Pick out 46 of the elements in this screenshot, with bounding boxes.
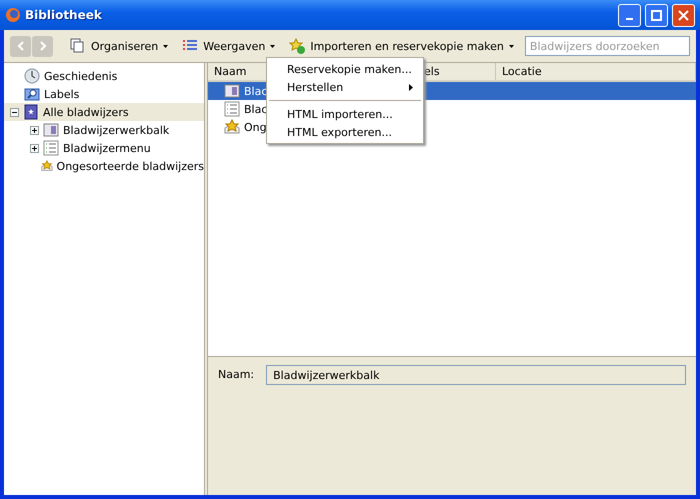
search-field[interactable]: Bladwijzers doorzoeken — [524, 36, 690, 56]
minimize-button[interactable] — [618, 4, 641, 26]
clock-icon — [24, 68, 40, 84]
caret-icon — [163, 44, 168, 48]
expand-icon[interactable] — [30, 126, 39, 134]
bookmark-name[interactable]: Blac — [244, 102, 268, 116]
folder-search-icon — [24, 86, 40, 102]
star-tray-icon — [40, 158, 53, 174]
chevron-left-icon — [16, 41, 24, 51]
toolbar-menu-button[interactable]: Organiseren — [67, 36, 172, 56]
column-header[interactable]: Locatie — [496, 63, 696, 80]
sidebar-item[interactable]: Labels — [4, 85, 204, 103]
window-title: Bibliotheek — [25, 8, 103, 22]
name-label: Naam: — [218, 368, 254, 381]
list-icon — [43, 140, 59, 156]
maximize-icon — [651, 10, 662, 20]
collapse-icon[interactable] — [10, 108, 19, 116]
close-button[interactable] — [672, 4, 695, 26]
maximize-button[interactable] — [645, 4, 668, 26]
close-icon — [678, 10, 689, 20]
star-tray-icon — [224, 119, 240, 135]
bookmarks-icon — [23, 104, 39, 120]
sidebar-item[interactable]: Bladwijzermenu — [4, 139, 204, 157]
sidebar-item[interactable]: Bladwijzerwerkbalk — [4, 121, 204, 139]
list-icon — [224, 101, 240, 117]
submenu-arrow-icon — [409, 84, 413, 90]
caret-icon — [270, 44, 276, 48]
minimize-icon — [626, 18, 633, 20]
toolbar-icon — [224, 83, 240, 99]
star-icon — [289, 38, 306, 54]
app-icon — [5, 7, 21, 23]
menu-item[interactable]: HTML importeren... — [267, 105, 423, 123]
toolbar-icon — [43, 122, 59, 138]
toolbar-menu-button[interactable]: Weergaven — [179, 36, 278, 56]
name-field[interactable]: Bladwijzerwerkbalk — [266, 365, 686, 385]
caret-icon — [508, 44, 514, 48]
sidebar-item[interactable]: Geschiedenis — [4, 67, 204, 85]
pages-icon — [70, 38, 86, 54]
menu-item[interactable]: HTML exporteren... — [267, 123, 423, 141]
toolbar-menu-button[interactable]: Importeren en reservekopie maken — [286, 36, 517, 56]
chevron-right-icon — [38, 41, 46, 51]
sidebar-item[interactable]: Alle bladwijzers — [4, 103, 204, 121]
bookmark-name[interactable]: Ong — [244, 120, 267, 134]
bookmark-name[interactable]: Blac — [244, 84, 268, 98]
sidebar-item[interactable]: Ongesorteerde bladwijzers — [4, 157, 204, 175]
expand-icon[interactable] — [30, 144, 39, 152]
